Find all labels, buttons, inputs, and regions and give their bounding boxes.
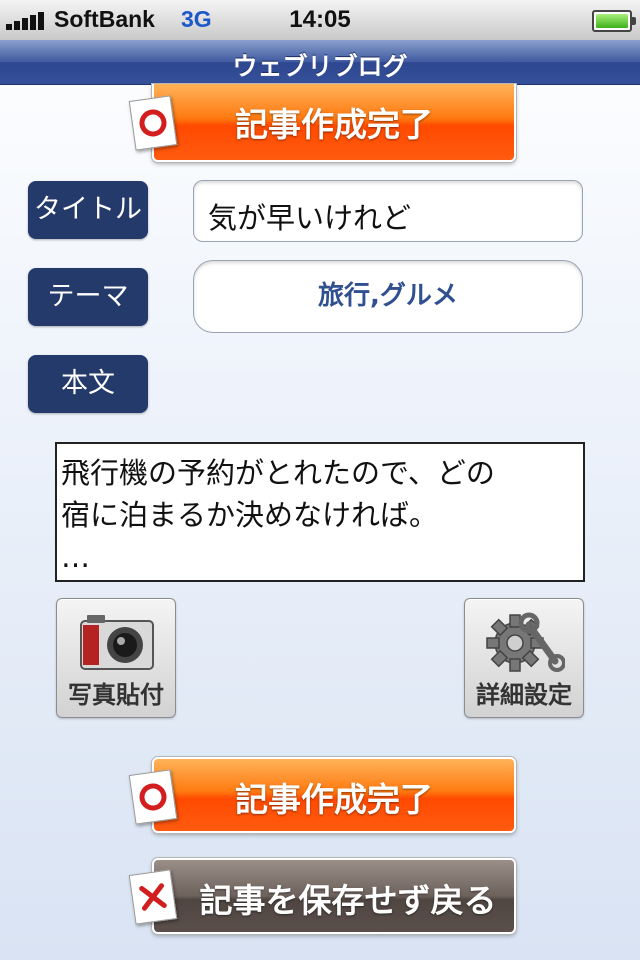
battery-icon (592, 10, 636, 32)
discard-and-back-label: 記事を保存せず戻る (199, 881, 497, 920)
complete-article-label: 記事作成完了 (235, 105, 433, 144)
body-label: 本文 (28, 355, 148, 413)
theme-label: テーマ (28, 268, 148, 326)
advanced-settings-button[interactable]: 詳細設定 (464, 598, 584, 718)
advanced-settings-label: 詳細設定 (476, 681, 572, 709)
camera-icon (80, 615, 154, 670)
complete-article-label: 記事作成完了 (235, 780, 433, 819)
attach-photo-button[interactable]: 写真貼付 (56, 598, 176, 718)
navigation-bar: ウェブリブログ (0, 40, 640, 85)
title-input[interactable]: 気が早いけれど (193, 180, 583, 242)
confirm-circle-icon (128, 95, 178, 151)
gear-wrench-icon (486, 612, 565, 672)
theme-select[interactable]: 旅行,グルメ (193, 260, 583, 333)
attach-photo-label: 写真貼付 (68, 681, 164, 709)
status-time: 14:05 (289, 6, 351, 33)
status-bar: SoftBank 3G 14:05 (0, 0, 640, 41)
title-label: タイトル (28, 181, 148, 239)
body-textarea[interactable]: 飛行機の予約がとれたので、どの 宿に泊まるか決めなければ。 … (55, 442, 585, 582)
confirm-circle-icon (128, 769, 178, 825)
cancel-x-icon (128, 869, 178, 925)
complete-article-button-bottom[interactable]: 記事作成完了 (152, 757, 516, 833)
discard-and-back-button[interactable]: 記事を保存せず戻る (152, 858, 516, 934)
page-title: ウェブリブログ (232, 52, 408, 81)
complete-article-button-top[interactable]: 記事作成完了 (152, 84, 516, 162)
